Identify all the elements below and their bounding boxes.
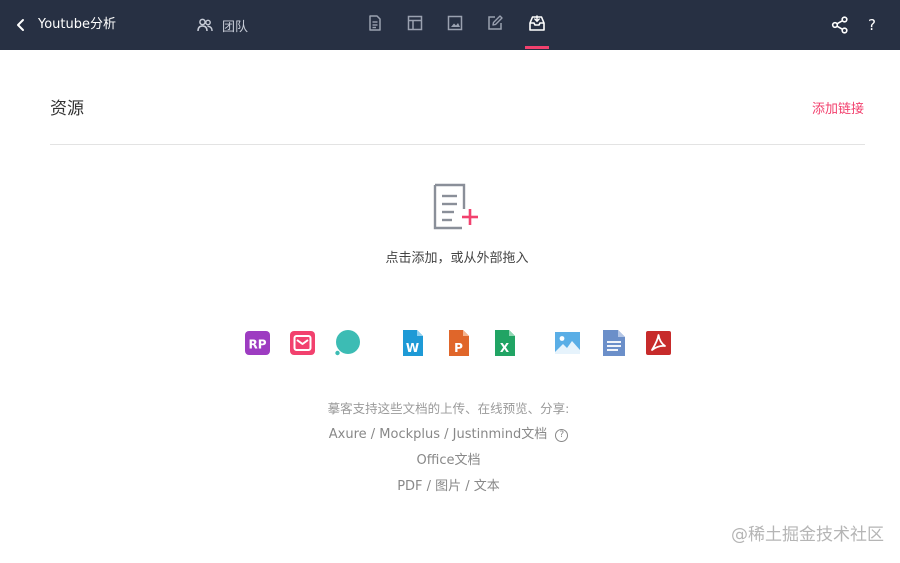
- add-document-icon[interactable]: [432, 183, 484, 231]
- active-tab-indicator: [525, 46, 549, 49]
- share-icon[interactable]: [830, 15, 850, 35]
- edit-icon[interactable]: [485, 13, 505, 33]
- document-icon[interactable]: [365, 13, 385, 33]
- word-icon: W: [403, 330, 423, 356]
- support-intro: 摹客支持这些文档的上传、在线预览、分享:: [327, 401, 570, 416]
- project-title[interactable]: Youtube分析: [38, 16, 116, 34]
- empty-hint-text[interactable]: 点击添加，或从外部拖入: [0, 250, 900, 268]
- axure-rp-icon: RP: [245, 331, 270, 355]
- top-bar: Youtube分析 团队 ?: [0, 0, 900, 50]
- help-button[interactable]: ?: [862, 14, 882, 36]
- prototype-formats: Axure / Mockplus / Justinmind文档: [328, 427, 548, 442]
- axure-rp-label: RP: [248, 338, 266, 352]
- watermark: @稀土掘金技术社区: [731, 525, 884, 545]
- support-office-line: Office文档: [416, 453, 481, 468]
- justinmind-icon: [335, 330, 360, 356]
- support-other-line: PDF / 图片 / 文本: [397, 479, 500, 494]
- support-prototype-line: Axure / Mockplus / Justinmind文档?: [0, 422, 897, 448]
- divider: [50, 144, 865, 145]
- inbox-icon[interactable]: [527, 13, 547, 33]
- image-icon[interactable]: [445, 13, 465, 33]
- team-button[interactable]: 团队: [196, 14, 248, 36]
- supported-file-icons: RP W P X: [0, 329, 900, 357]
- add-link-button[interactable]: 添加链接: [812, 101, 864, 119]
- back-chevron-icon[interactable]: [10, 13, 32, 37]
- word-label: W: [406, 341, 419, 355]
- section-title: 资源: [50, 99, 84, 119]
- excel-icon: X: [495, 330, 515, 356]
- supported-formats-text: 摹客支持这些文档的上传、在线预览、分享: Axure / Mockplus / …: [0, 396, 897, 500]
- team-icon: [197, 18, 213, 32]
- pdf-icon: [646, 331, 671, 355]
- text-file-icon: [603, 330, 625, 356]
- team-label: 团队: [222, 19, 249, 35]
- layout-icon[interactable]: [405, 13, 425, 33]
- powerpoint-icon: P: [449, 330, 469, 356]
- help-circle-icon[interactable]: ?: [555, 429, 569, 442]
- mockplus-icon: [290, 331, 315, 355]
- excel-label: X: [500, 341, 510, 355]
- powerpoint-label: P: [454, 341, 463, 355]
- image-file-icon: [555, 332, 580, 354]
